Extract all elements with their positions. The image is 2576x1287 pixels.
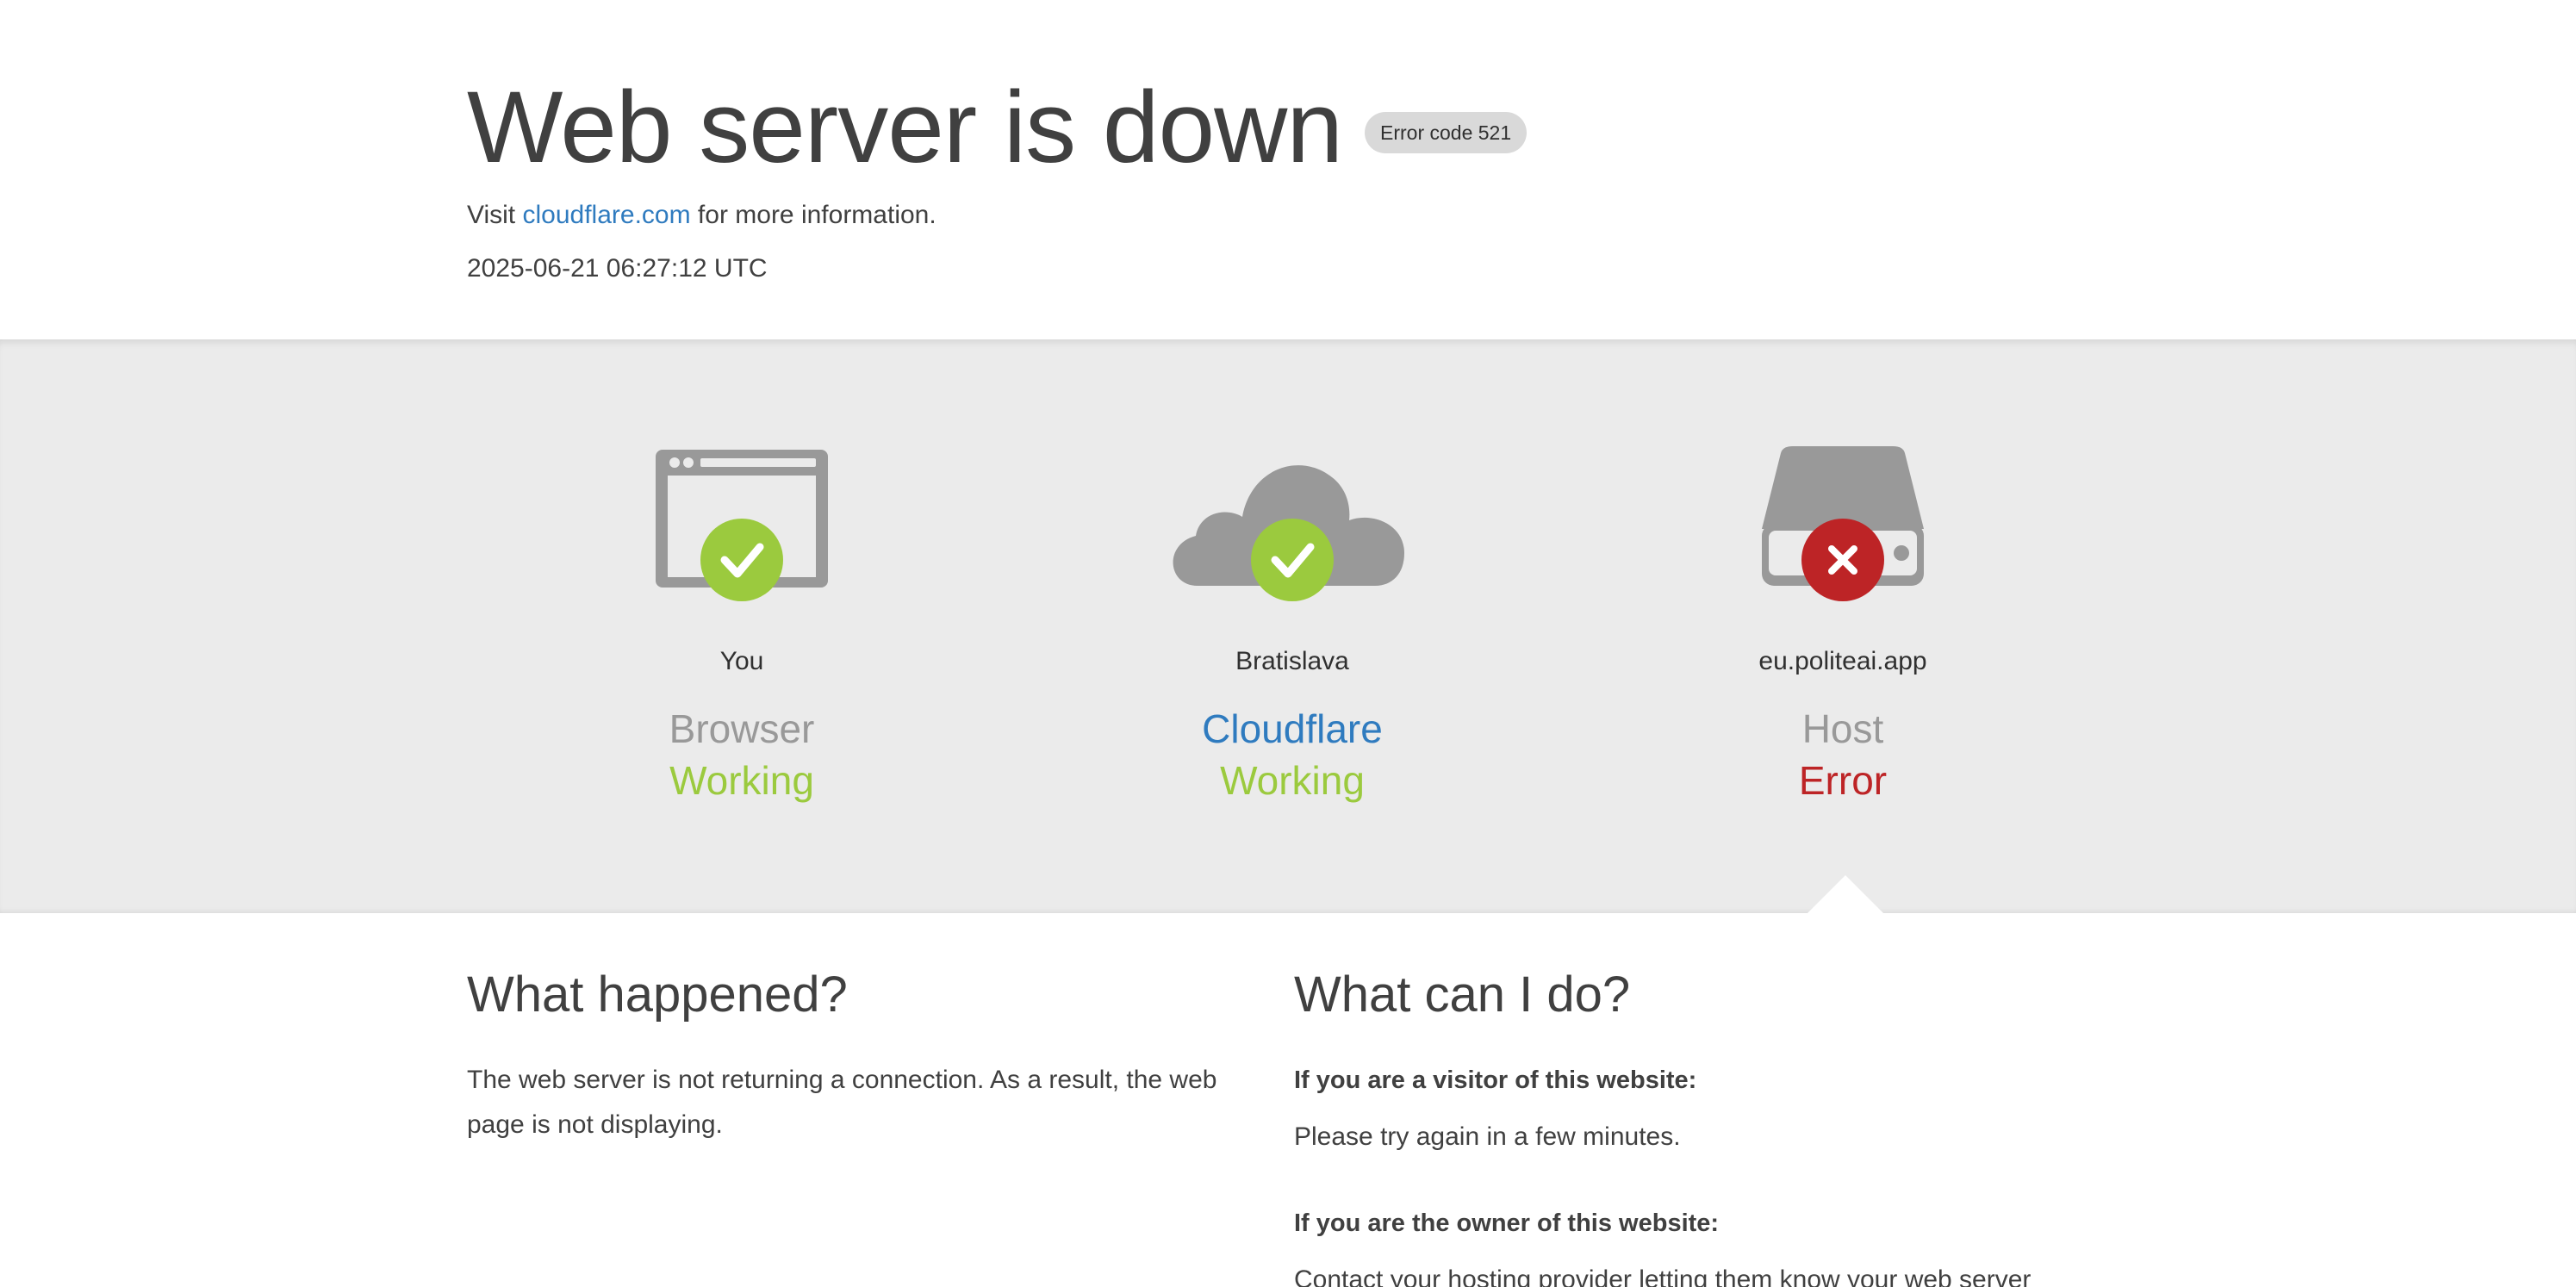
browser-icon bbox=[656, 450, 828, 601]
check-icon bbox=[700, 519, 783, 601]
visit-suffix: for more information. bbox=[697, 201, 936, 229]
visit-line: Visit cloudflare.com for more informatio… bbox=[467, 198, 936, 233]
what-can-i-do-heading: What can I do? bbox=[1294, 967, 1631, 1023]
visitor-heading: If you are a visitor of this website: bbox=[1294, 1066, 1697, 1094]
browser-label: Browser bbox=[669, 706, 815, 751]
status-cloudflare: Bratislava Cloudflare Working bbox=[1034, 339, 1551, 913]
status-band: You Browser Working Bratislava Cloudflar… bbox=[0, 339, 2576, 913]
check-icon bbox=[1251, 519, 1334, 601]
error-code-badge: Error code 521 bbox=[1365, 112, 1528, 153]
timestamp: 2025-06-21 06:27:12 UTC bbox=[467, 254, 768, 283]
what-happened-heading: What happened? bbox=[467, 967, 848, 1023]
explanation-section: What happened? The web server is not ret… bbox=[0, 913, 2576, 1287]
status-host: eu.politeai.app Host Error bbox=[1584, 339, 2101, 913]
host-pointer-arrow bbox=[1808, 875, 1883, 913]
cloudflare-location: Bratislava bbox=[1235, 647, 1349, 675]
what-happened-text: The web server is not returning a connec… bbox=[467, 1066, 1217, 1139]
what-happened-column: What happened? The web server is not ret… bbox=[467, 965, 1242, 1147]
server-icon bbox=[1762, 446, 1924, 601]
browser-status-icon bbox=[613, 434, 871, 624]
cloud-icon bbox=[1173, 465, 1404, 601]
header: Web server is down Error code 521 Visit … bbox=[0, 0, 2576, 339]
x-icon bbox=[1801, 519, 1884, 601]
host-status-icon bbox=[1714, 434, 1972, 624]
host-state: Error bbox=[1798, 758, 1888, 803]
page-title: Web server is down bbox=[467, 71, 1343, 184]
title-row: Web server is down Error code 521 bbox=[467, 67, 1528, 188]
cloudflare-status-icon bbox=[1163, 434, 1422, 624]
cloudflare-label[interactable]: Cloudflare bbox=[1034, 705, 1551, 753]
visit-prefix: Visit bbox=[467, 201, 516, 229]
what-can-i-do-column: What can I do? If you are a visitor of t… bbox=[1294, 965, 2156, 1287]
cloudflare-link[interactable]: cloudflare.com bbox=[522, 201, 690, 229]
status-browser: You Browser Working bbox=[483, 339, 1000, 913]
owner-heading: If you are the owner of this website: bbox=[1294, 1209, 1720, 1237]
cloudflare-state: Working bbox=[1220, 758, 1365, 803]
host-label: Host bbox=[1801, 706, 1884, 751]
browser-state: Working bbox=[669, 758, 814, 803]
browser-location: You bbox=[719, 647, 764, 675]
owner-text: Contact your hosting provider letting th… bbox=[1294, 1265, 2032, 1287]
host-location: eu.politeai.app bbox=[1758, 647, 1927, 675]
visitor-text: Please try again in a few minutes. bbox=[1294, 1122, 1681, 1151]
error-page: Web server is down Error code 521 Visit … bbox=[0, 0, 2576, 1287]
